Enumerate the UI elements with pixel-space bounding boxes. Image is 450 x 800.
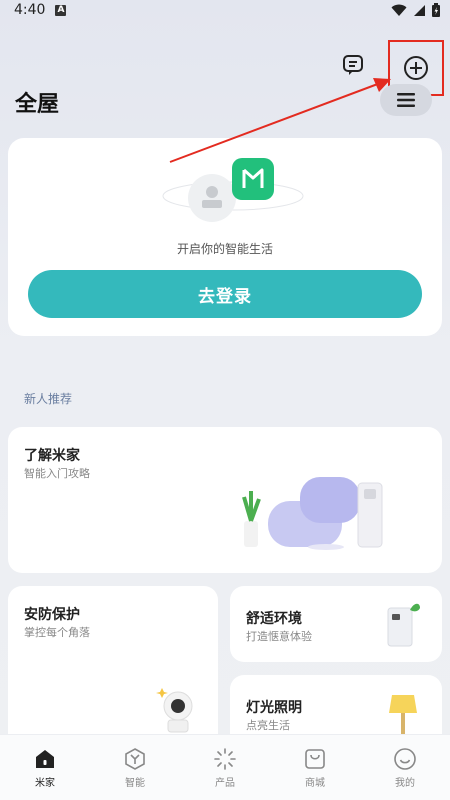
signal-icon [414,4,425,16]
nav-item-smart[interactable]: 智能 [100,747,170,789]
card-subtitle: 智能入门攻略 [24,467,90,480]
notification-a-icon: A [55,4,67,16]
smart-icon [125,748,145,770]
store-icon [305,749,325,769]
message-icon [343,55,363,75]
card-subtitle: 掌控每个角落 [24,626,90,639]
login-tip: 开启你的智能生活 [176,242,273,256]
card-subtitle: 点亮生活 [246,719,290,732]
air-purifier-illustration [387,603,420,647]
status-bar: 4:40 A [0,0,450,20]
card-title: 舒适环境 [246,611,302,627]
nav-label: 智能 [125,778,145,789]
product-icon [214,748,236,770]
nav-label: 我的 [395,778,415,789]
login-button[interactable]: 去登录 [28,270,422,318]
room-menu-button[interactable] [380,84,432,116]
card-security[interactable]: 安防保护 掌控每个角落 [8,586,218,756]
add-circle-icon [404,56,428,80]
bottom-nav: 米家 智能 产品 商城 我的 [0,734,450,800]
nav-label: 产品 [215,778,235,789]
nav-item-product[interactable]: 产品 [190,747,260,789]
home-icon [36,750,54,768]
card-title: 了解米家 [24,448,80,464]
login-card: 开启你的智能生活 去登录 [8,138,442,336]
sofa-illustration [242,477,383,550]
nav-item-profile[interactable]: 我的 [370,747,440,789]
page-title: 全屋 [15,92,60,117]
profile-icon [394,748,416,770]
status-time: 4:40 [14,2,46,18]
wifi-icon [391,4,407,16]
card-environment[interactable]: 舒适环境 打造惬意体验 [230,586,442,662]
mijia-login-illustration [162,158,304,222]
card-title: 灯光照明 [246,700,302,716]
battery-icon [432,3,440,17]
nav-label: 米家 [35,778,55,789]
nav-item-store[interactable]: 商城 [280,747,350,789]
card-subtitle: 打造惬意体验 [246,630,312,643]
message-button[interactable] [340,52,366,78]
card-learn-mijia[interactable]: 了解米家 智能入门攻略 [8,427,442,573]
menu-icon [397,93,415,107]
card-title: 安防保护 [24,607,80,623]
section-title: 新人推荐 [24,392,73,406]
nav-item-mijia[interactable]: 米家 [10,747,80,789]
nav-label: 商城 [305,778,325,789]
camera-illustration [156,688,193,733]
